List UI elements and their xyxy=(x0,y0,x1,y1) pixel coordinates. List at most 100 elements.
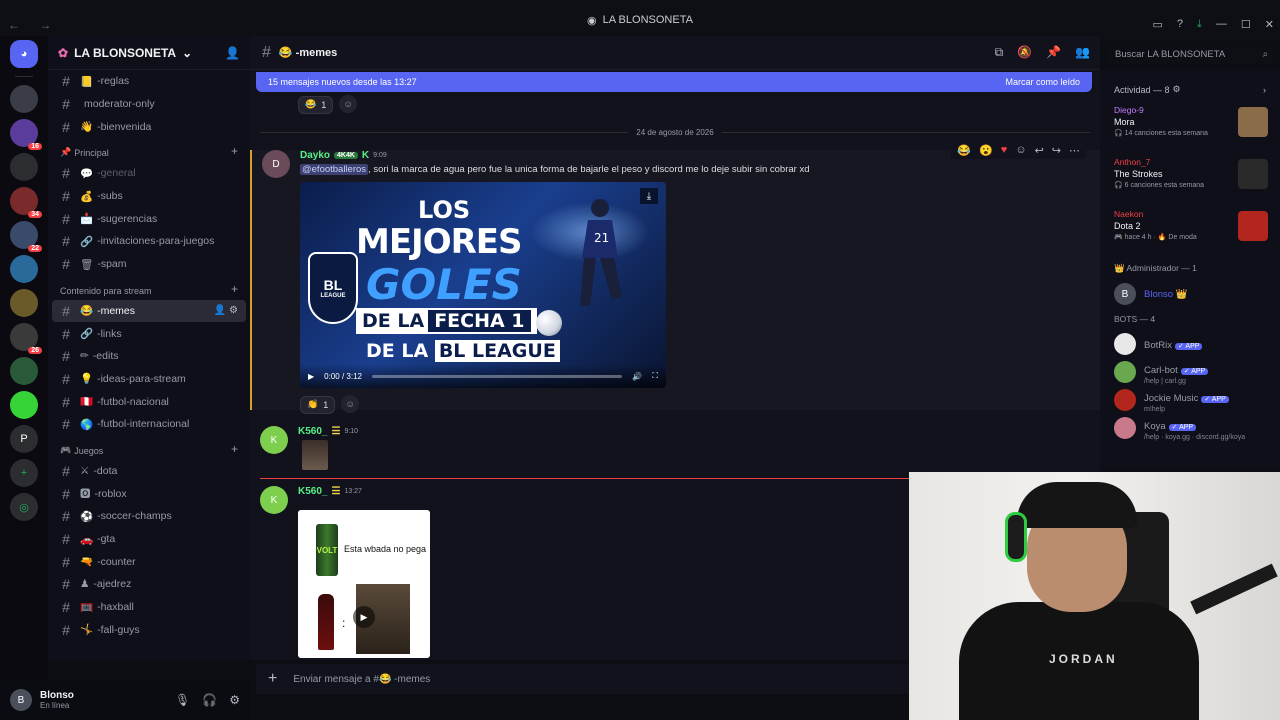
channel-item[interactable]: # 📩 -sugerencias xyxy=(48,207,250,230)
server-icon[interactable]: 16 xyxy=(10,119,42,150)
add-reaction-icon[interactable]: ☺ xyxy=(341,395,360,413)
channel-item[interactable]: # 🔗 -invitaciones-para-juegos xyxy=(48,230,250,253)
play-icon[interactable]: ▶ xyxy=(308,372,314,381)
reaction-clap[interactable]: 👏 1 xyxy=(300,395,336,414)
channel-item[interactable]: # ♟ -ajedrez xyxy=(48,573,250,596)
attach-icon[interactable]: + xyxy=(268,670,277,688)
help-icon[interactable]: ? xyxy=(1177,18,1183,31)
play-icon[interactable]: ▶ xyxy=(353,606,375,628)
chevron-right-icon[interactable]: › xyxy=(1263,85,1266,95)
new-messages-banner[interactable]: 15 mensajes nuevos desde las 13:27 Marca… xyxy=(256,72,1092,92)
author-name[interactable]: Dayko xyxy=(300,150,330,161)
member-bot[interactable]: Koya ✓ APP/help · koya.gg · discord.gg/ko… xyxy=(1100,414,1280,442)
channel-item[interactable]: # 🚗 -gta xyxy=(48,528,250,551)
server-icon[interactable] xyxy=(10,153,38,181)
channel-item[interactable]: # 🌎 -futbol-internacional xyxy=(48,413,250,436)
minimize-button[interactable]: — xyxy=(1216,18,1227,31)
add-channel-icon[interactable]: + xyxy=(231,442,238,456)
category-juegos[interactable]: 🎮 Juegos + xyxy=(48,436,250,460)
channel-item[interactable]: # ⚔ -dota xyxy=(48,460,250,483)
author-name[interactable]: K560_ xyxy=(298,486,327,497)
activity-card[interactable]: Anthon_7 The Strokes 🎧 6 canciones esta se… xyxy=(1100,153,1280,205)
discover-icon[interactable]: ◎ xyxy=(10,493,38,521)
download-icon[interactable]: ⤓ xyxy=(640,188,658,204)
pin-icon[interactable]: 📌 xyxy=(1046,45,1061,60)
mention[interactable]: @efootballeros xyxy=(300,164,369,175)
channel-item[interactable]: # 🤸 -fall-guys xyxy=(48,618,250,641)
server-icon[interactable]: 34 xyxy=(10,187,42,218)
channel-item[interactable]: # ⚽ -soccer-champs xyxy=(48,505,250,528)
channel-item[interactable]: # 📒 -reglas xyxy=(48,70,250,93)
video-player[interactable]: LOS MEJORES GOLES DE LA FECHA 1 DE LA BL … xyxy=(300,182,666,388)
add-channel-icon[interactable]: + xyxy=(231,282,238,296)
more-icon[interactable]: ⋯ xyxy=(1069,144,1080,157)
react-wow-icon[interactable]: 😮 xyxy=(979,144,993,157)
search-input[interactable]: Buscar LA BLONSONETA ⌕ xyxy=(1108,44,1274,64)
add-member-icon[interactable]: 👤 xyxy=(225,46,240,60)
react-heart-icon[interactable]: ♥ xyxy=(1001,144,1008,157)
channel-item[interactable]: # 🔫 -counter xyxy=(48,550,250,573)
nav-arrows[interactable]: ← → xyxy=(8,18,59,32)
members-icon[interactable]: 👥 xyxy=(1075,45,1090,60)
reply-icon[interactable]: ↩ xyxy=(1035,144,1044,157)
activity-header[interactable]: Actividad — 8 ⚙ › xyxy=(1100,70,1280,101)
avatar[interactable]: B xyxy=(10,689,32,711)
add-server-icon[interactable]: + xyxy=(10,459,38,487)
member-admin[interactable]: B Blonso 👑 xyxy=(1100,280,1280,308)
inbox-icon[interactable]: ▭ xyxy=(1153,18,1163,31)
mark-read-button[interactable]: Marcar como leído xyxy=(1005,77,1080,87)
channel-item[interactable]: # 🇵🇪 -futbol-nacional xyxy=(48,390,250,413)
threads-icon[interactable]: ⧉ xyxy=(995,45,1004,60)
gear-icon[interactable]: ⚙ xyxy=(229,693,240,707)
member-bot[interactable]: Jockie Music ✓ APP m!help xyxy=(1100,386,1280,414)
meme-video[interactable]: VOLT Esta wbada no pega : ▶ xyxy=(298,510,430,658)
channel-item[interactable]: # moderator-only xyxy=(48,93,250,116)
channel-item[interactable]: # 👋 -bienvenida xyxy=(48,115,250,138)
channel-item[interactable]: # 🅾 -roblox xyxy=(48,482,250,505)
channel-item[interactable]: # ✏ -edits xyxy=(48,345,250,368)
message-input[interactable]: Enviar mensaje a #😂 -memes xyxy=(293,674,430,685)
server-icon[interactable]: 22 xyxy=(10,221,42,252)
forward-icon[interactable]: ↪ xyxy=(1052,144,1061,157)
channel-item[interactable]: # 💡 -ideas-para-stream xyxy=(48,368,250,391)
server-icon[interactable] xyxy=(10,391,38,419)
gear-icon[interactable]: ⚙ xyxy=(1173,84,1181,95)
microphone-icon[interactable]: 🎙 xyxy=(175,693,190,707)
video-progress-bar[interactable] xyxy=(371,374,623,378)
server-icon[interactable] xyxy=(10,357,38,385)
close-button[interactable]: ✕ xyxy=(1265,18,1274,31)
bell-icon[interactable]: 🔕 xyxy=(1017,45,1032,60)
author-name[interactable]: K560_ xyxy=(298,426,327,437)
discord-home-icon[interactable]: ◕ xyxy=(10,40,38,68)
reaction-laugh[interactable]: 😂 1 xyxy=(298,95,334,114)
activity-card[interactable]: Naekon Dota 2 🎮 hace 4 h · 🔥 De moda xyxy=(1100,205,1280,257)
add-reaction-icon[interactable]: ☺ xyxy=(1015,144,1026,157)
server-icon[interactable]: P xyxy=(10,425,38,453)
channel-settings-icon[interactable]: 👤 ⚙ xyxy=(214,305,238,316)
add-reaction-icon[interactable]: ☺ xyxy=(339,95,358,113)
fullscreen-icon[interactable]: ⛶ xyxy=(652,371,658,381)
server-icon[interactable] xyxy=(10,85,38,113)
avatar[interactable]: D xyxy=(262,150,290,178)
activity-card[interactable]: Diego-9 Mora 🎧 14 canciones esta semana xyxy=(1100,101,1280,153)
member-bot[interactable]: Carl-bot ✓ APP/help | carl.gg xyxy=(1100,358,1280,386)
server-icon[interactable] xyxy=(10,289,38,317)
headphones-icon[interactable]: 🎧 xyxy=(202,693,217,707)
download-icon[interactable]: ⤓ xyxy=(1197,18,1202,31)
react-laugh-icon[interactable]: 😂 xyxy=(957,144,971,157)
server-icon[interactable] xyxy=(10,255,38,283)
channel-item[interactable]: # 💰 -subs xyxy=(48,185,250,208)
channel-item[interactable]: # 🥅 -haxball xyxy=(48,596,250,619)
volume-icon[interactable]: 🔊 xyxy=(632,372,642,381)
server-icon[interactable]: 26 xyxy=(10,323,42,354)
maximize-button[interactable]: ☐ xyxy=(1241,18,1251,31)
channel-item[interactable]: # 💬 -general xyxy=(48,162,250,185)
channel-item[interactable]: # 😂 -memes 👤 ⚙ xyxy=(52,299,246,323)
channel-item[interactable]: # 🔗 -links xyxy=(48,322,250,345)
category-contenido[interactable]: Contenido para stream + xyxy=(48,276,250,300)
channel-item[interactable]: # 🗑 -spam xyxy=(48,253,250,276)
category-principal[interactable]: 📌 Principal + xyxy=(48,138,250,162)
avatar[interactable]: K xyxy=(260,426,288,454)
member-bot[interactable]: BotRix ✓ APP xyxy=(1100,330,1280,358)
guild-header[interactable]: ✿ LA BLONSONETA ⌄ 👤 xyxy=(48,36,250,70)
